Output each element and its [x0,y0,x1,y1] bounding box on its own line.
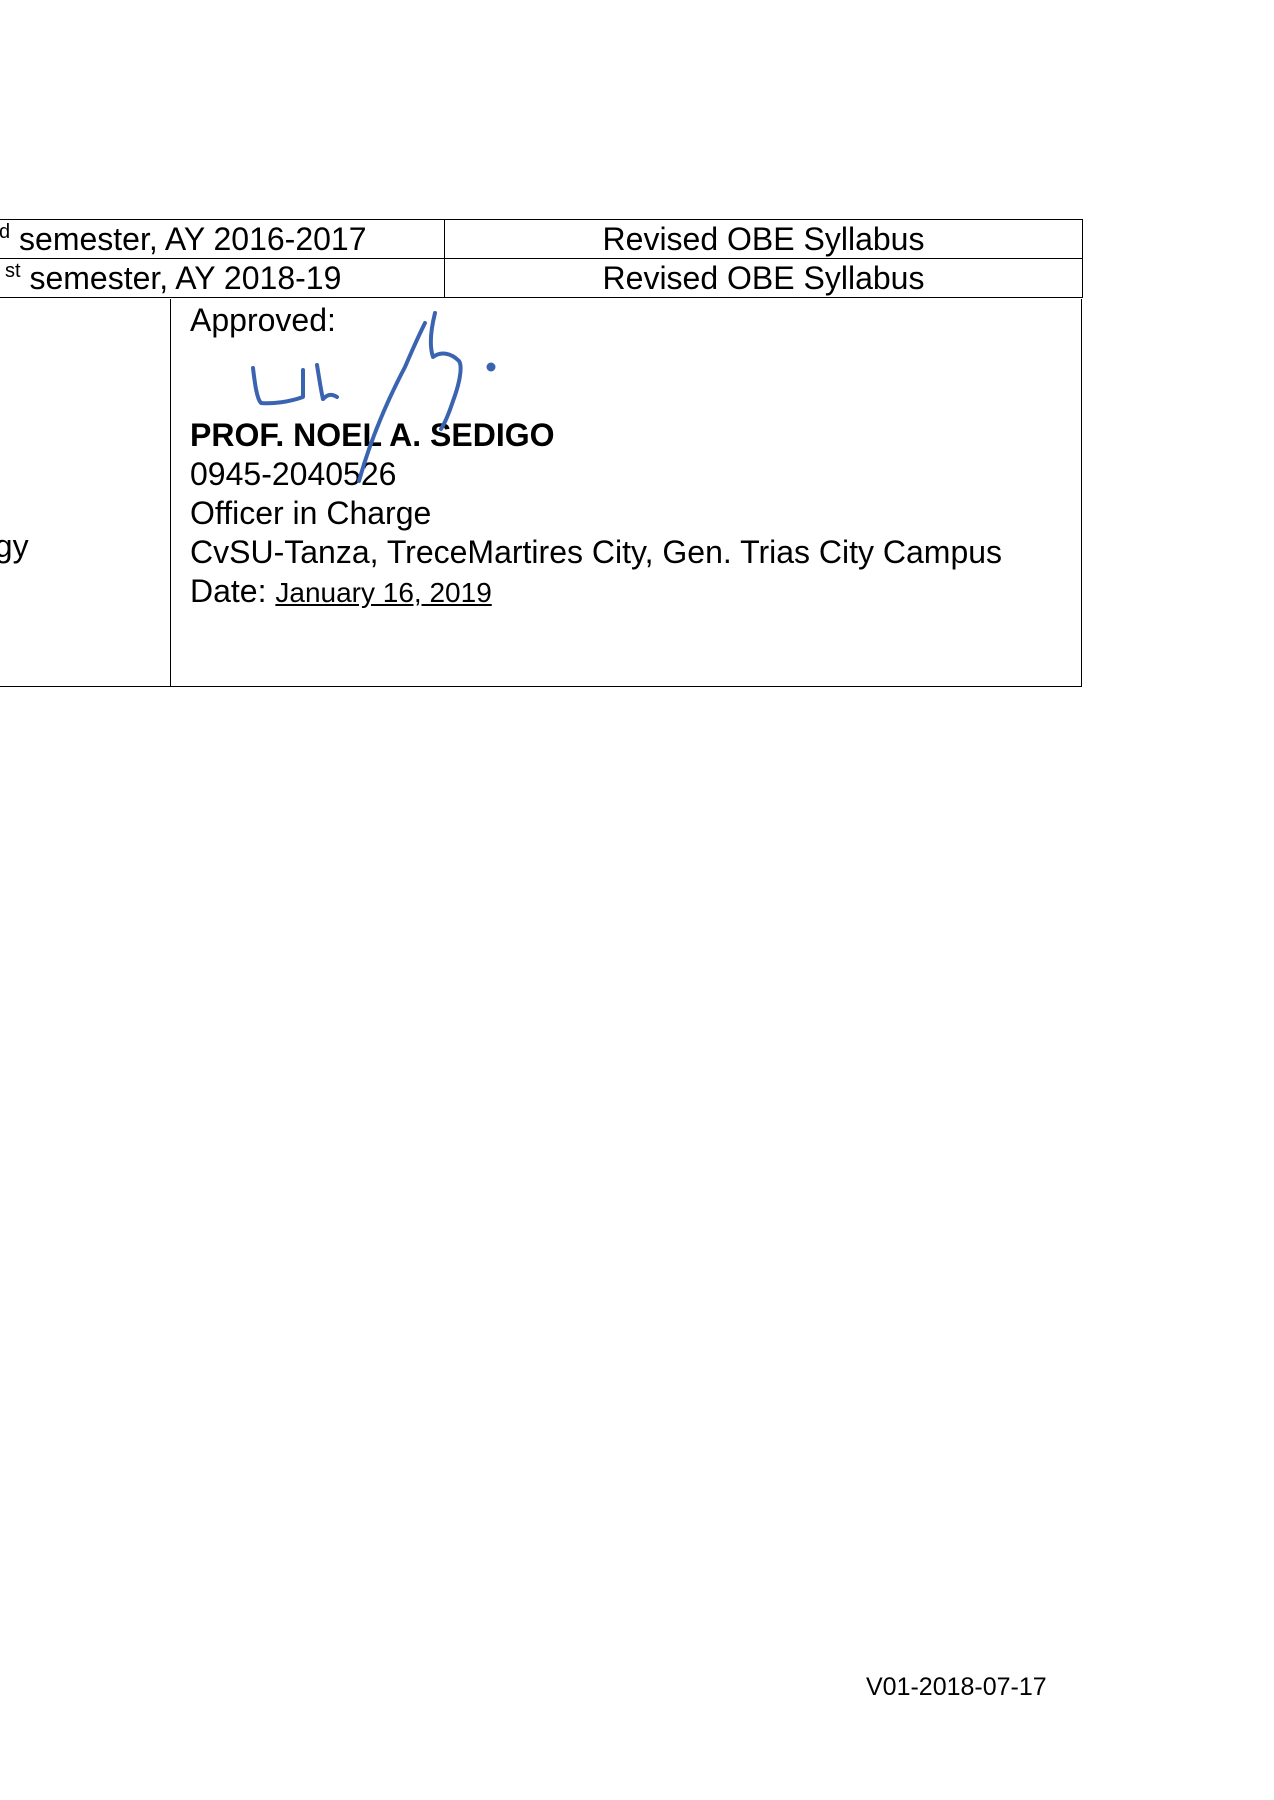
revision-description: Revised OBE Syllabus [602,260,925,296]
column-divider [170,299,171,686]
table-row: st semester, AY 2018-19 Revised OBE Syll… [0,258,1083,298]
revision-description: Revised OBE Syllabus [602,221,925,257]
table-row: d semester, AY 2016-2017 Revised OBE Syl… [0,219,1083,259]
revision-period-cell: d semester, AY 2016-2017 [0,219,445,259]
revision-description-cell: Revised OBE Syllabus [444,258,1083,298]
revision-period-superscript: st [5,260,21,282]
revision-description-cell: Revised OBE Syllabus [444,219,1083,259]
revision-history-table: d semester, AY 2016-2017 Revised OBE Syl… [0,219,1083,298]
approver-phone: 0945-2040526 [190,456,397,492]
approval-date-label: Date: [190,573,276,609]
revision-period: semester, AY 2016-2017 [10,221,367,257]
revision-period-superscript: d [0,221,11,243]
approval-block: ogy Approved: PROF. NOEL A. SEDIGO 0945-… [0,299,1082,687]
approval-date-value: January 16, 2019 [275,577,492,608]
approver-name: PROF. NOEL A. SEDIGO [190,417,555,453]
approver-campus: CvSU-Tanza, TreceMartires City, Gen. Tri… [190,534,1003,570]
approver-title: Officer in Charge [190,495,432,531]
approval-date-line: Date: January 16, 2019 [190,572,492,612]
document-version-code: V01-2018-07-17 [866,1673,1047,1701]
revision-period: semester, AY 2018-19 [20,260,342,296]
document-page: d semester, AY 2016-2017 Revised OBE Syl… [0,0,1274,1800]
revision-period-cell: st semester, AY 2018-19 [0,258,445,298]
left-column-fragment: ogy [0,528,29,564]
approved-label: Approved: [190,302,336,338]
